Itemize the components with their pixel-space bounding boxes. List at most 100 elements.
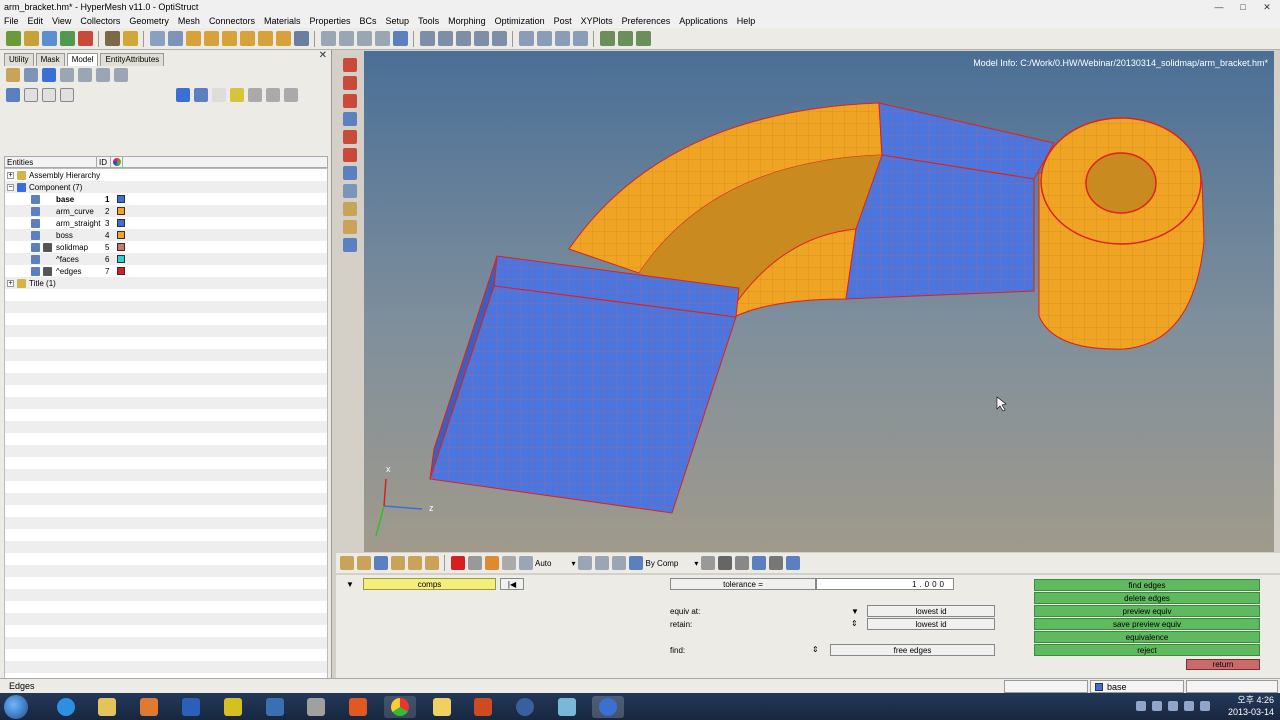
start-button[interactable] bbox=[4, 695, 28, 719]
menu-bcs[interactable]: BCs bbox=[360, 16, 377, 26]
find-icon[interactable] bbox=[343, 94, 357, 108]
return-button[interactable]: return bbox=[1186, 659, 1260, 670]
pointer-icon[interactable] bbox=[212, 88, 226, 102]
color-mode-icon[interactable] bbox=[230, 88, 244, 102]
fit-icon[interactable] bbox=[321, 31, 336, 46]
menu-connectors[interactable]: Connectors bbox=[209, 16, 255, 26]
mesh-lines-icon[interactable] bbox=[408, 556, 422, 570]
import-icon[interactable] bbox=[6, 31, 21, 46]
minimize-button[interactable]: — bbox=[1208, 1, 1230, 13]
maximize-button[interactable]: □ bbox=[1232, 1, 1254, 13]
tray-icon[interactable] bbox=[1200, 701, 1210, 711]
equiv-at-value[interactable]: lowest id bbox=[867, 605, 995, 617]
menu-setup[interactable]: Setup bbox=[386, 16, 410, 26]
menu-geometry[interactable]: Geometry bbox=[129, 16, 169, 26]
retain-value[interactable]: lowest id bbox=[867, 618, 995, 630]
tree-row-component[interactable]: arm_straight 3 bbox=[5, 217, 327, 229]
tab-entity-attributes[interactable]: EntityAttributes bbox=[100, 53, 165, 66]
taskbar-app12[interactable] bbox=[509, 696, 541, 718]
window-layout-5-icon[interactable] bbox=[492, 31, 507, 46]
perspective-icon[interactable] bbox=[343, 166, 357, 180]
element-display-icon[interactable] bbox=[425, 556, 439, 570]
taskbar-app5[interactable] bbox=[217, 696, 249, 718]
delete-icon[interactable] bbox=[451, 556, 465, 570]
isolate-icon[interactable] bbox=[42, 68, 56, 82]
menu-properties[interactable]: Properties bbox=[309, 16, 350, 26]
component-color-swatch[interactable] bbox=[117, 207, 125, 215]
save-preview-equiv-button[interactable]: save preview equiv bbox=[1034, 618, 1260, 630]
taskbar-app13[interactable] bbox=[551, 696, 583, 718]
pan-icon[interactable] bbox=[357, 31, 372, 46]
tree-row-component[interactable]: base 1 bbox=[5, 193, 327, 205]
zoom-icon[interactable] bbox=[150, 31, 165, 46]
view-right-icon[interactable] bbox=[240, 31, 255, 46]
view-iso-icon[interactable] bbox=[294, 31, 309, 46]
tolerance-input[interactable]: 1.000 bbox=[816, 578, 954, 590]
menu-mesh[interactable]: Mesh bbox=[178, 16, 200, 26]
window-layout-4-icon[interactable] bbox=[474, 31, 489, 46]
reverse-icon[interactable] bbox=[60, 68, 74, 82]
component-color-swatch[interactable] bbox=[117, 195, 125, 203]
elements-display-icon[interactable] bbox=[78, 68, 92, 82]
collapse-tree-icon[interactable] bbox=[42, 88, 56, 102]
settings-icon[interactable] bbox=[502, 556, 516, 570]
current-component[interactable]: base bbox=[1090, 680, 1184, 693]
hierarchy-view-icon[interactable] bbox=[6, 88, 20, 102]
hide-icon[interactable] bbox=[468, 556, 482, 570]
menu-view[interactable]: View bbox=[52, 16, 71, 26]
checker-icon[interactable] bbox=[600, 31, 615, 46]
collector-icon[interactable] bbox=[123, 31, 138, 46]
component-color-swatch[interactable] bbox=[117, 231, 125, 239]
view-left-icon[interactable] bbox=[222, 31, 237, 46]
summation-icon[interactable] bbox=[618, 31, 633, 46]
element-mesh-icon[interactable] bbox=[701, 556, 716, 570]
tree-row-component[interactable]: arm_curve 2 bbox=[5, 205, 327, 217]
column-entities[interactable]: Entities bbox=[5, 157, 97, 167]
shaded-icon[interactable] bbox=[343, 112, 357, 126]
taskbar-powerpoint[interactable] bbox=[467, 696, 499, 718]
view-back-icon[interactable] bbox=[204, 31, 219, 46]
view-top-icon[interactable] bbox=[258, 31, 273, 46]
tree-row-component[interactable]: boss 4 bbox=[5, 229, 327, 241]
tab-mask[interactable]: Mask bbox=[35, 53, 65, 66]
reject-button[interactable]: reject bbox=[1034, 644, 1260, 656]
wireframe-icon[interactable] bbox=[374, 556, 388, 570]
collapse-icon[interactable]: − bbox=[7, 183, 14, 191]
find-edges-button[interactable]: find edges bbox=[1034, 579, 1260, 591]
save-model-icon[interactable] bbox=[42, 31, 57, 46]
geometry-mode-icon[interactable] bbox=[578, 556, 593, 570]
tree-row-title[interactable]: + Title (1) bbox=[5, 277, 327, 289]
elements-shaded-icon[interactable] bbox=[176, 88, 190, 102]
column-color[interactable] bbox=[111, 157, 123, 167]
tray-icon[interactable] bbox=[1152, 701, 1162, 711]
menu-tools[interactable]: Tools bbox=[418, 16, 439, 26]
menu-optimization[interactable]: Optimization bbox=[495, 16, 545, 26]
taskbar-media[interactable] bbox=[133, 696, 165, 718]
tray-icon[interactable] bbox=[1136, 701, 1146, 711]
unmask-icon[interactable] bbox=[343, 76, 357, 90]
reset-selection-button[interactable]: |◀ bbox=[500, 578, 524, 590]
tab-utility[interactable]: Utility bbox=[4, 53, 34, 66]
expand-icon[interactable]: + bbox=[7, 171, 14, 179]
rotate-icon[interactable] bbox=[375, 31, 390, 46]
element-outline-icon[interactable] bbox=[735, 556, 750, 570]
numbers-icon[interactable] bbox=[343, 184, 357, 198]
retain-toggle-icon[interactable]: ⇕ bbox=[851, 619, 858, 628]
plot-icon[interactable] bbox=[343, 148, 357, 162]
view-front-icon[interactable] bbox=[186, 31, 201, 46]
menu-xyplots[interactable]: XYPlots bbox=[581, 16, 613, 26]
graphics-viewport[interactable]: Model Info: C:/Work/0.HW/Webinar/2013031… bbox=[364, 51, 1274, 552]
label-abc-2-icon[interactable] bbox=[343, 220, 357, 234]
close-button[interactable]: ✕ bbox=[1256, 1, 1278, 13]
label-abc-icon[interactable] bbox=[343, 202, 357, 216]
copy-icon[interactable] bbox=[519, 31, 534, 46]
display-icon[interactable] bbox=[340, 556, 354, 570]
menu-edit[interactable]: Edit bbox=[28, 16, 44, 26]
menu-preferences[interactable]: Preferences bbox=[622, 16, 671, 26]
view-bottom-icon[interactable] bbox=[276, 31, 291, 46]
menu-post[interactable]: Post bbox=[554, 16, 572, 26]
menu-morphing[interactable]: Morphing bbox=[448, 16, 486, 26]
tree-row-component[interactable]: solidmap 5 bbox=[5, 241, 327, 253]
open-model-icon[interactable] bbox=[24, 31, 39, 46]
shaded-elements-icon[interactable] bbox=[357, 556, 371, 570]
